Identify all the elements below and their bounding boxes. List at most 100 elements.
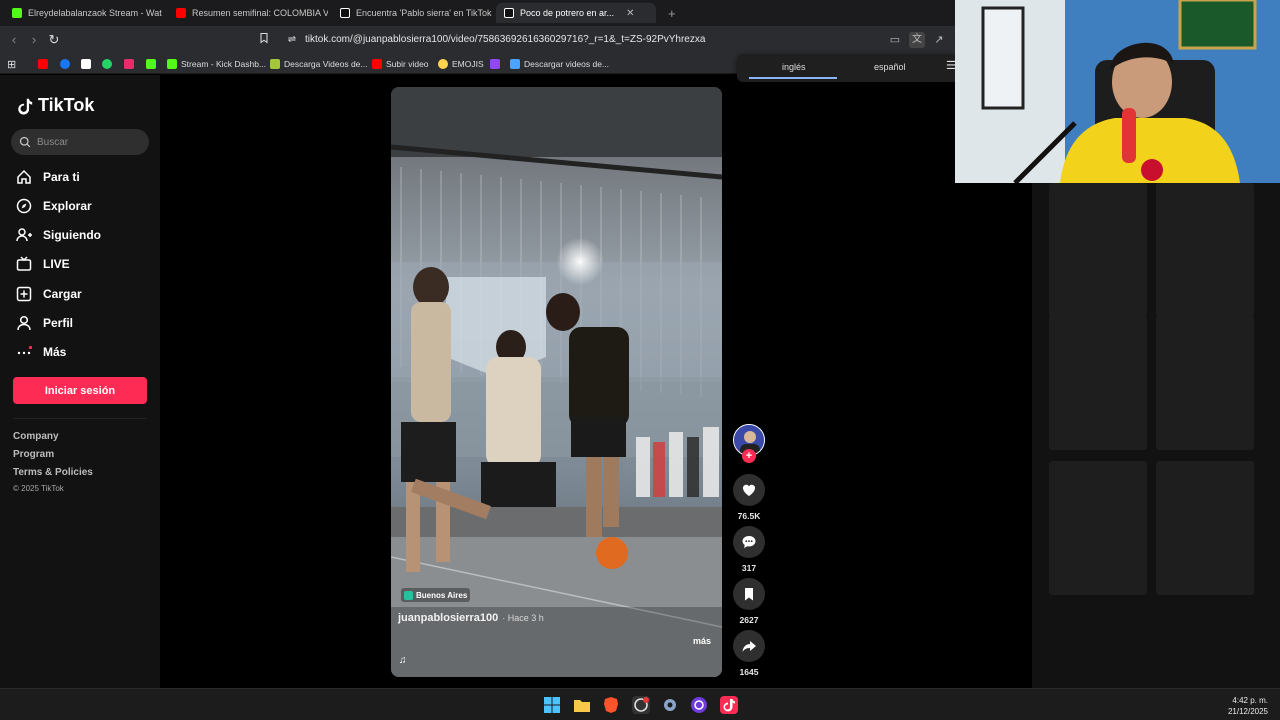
cast-icon[interactable]: ▭: [887, 32, 903, 48]
footer-link-terms[interactable]: Terms & Policies: [13, 467, 93, 478]
translate-bar: inglés español ☰: [737, 54, 959, 82]
search-placeholder: Buscar: [37, 136, 69, 148]
placeholder-card: [1156, 316, 1254, 450]
bookmark-label: Descargar videos de...: [524, 59, 610, 69]
tiktok-icon: [18, 98, 33, 115]
bookmark-descargar-videos[interactable]: Descargar videos de...: [510, 57, 609, 71]
translate-option-english[interactable]: inglés: [782, 62, 806, 72]
youtube-icon: [176, 8, 186, 18]
like-count: 76.5K: [737, 511, 761, 521]
nav-label: Perfil: [43, 316, 74, 330]
profile-icon: [17, 315, 31, 331]
more-icon: [17, 345, 32, 355]
bookmark-emojis[interactable]: EMOJIS: [438, 57, 484, 71]
location-icon: [404, 590, 413, 600]
browser-tab[interactable]: Elreydelabalanzaok Stream - Watch L: [4, 3, 162, 23]
windows-start-icon[interactable]: [543, 696, 561, 714]
placeholder-card: [1049, 461, 1147, 595]
bookmark-facebook[interactable]: [60, 57, 70, 71]
selected-underline: [749, 77, 837, 79]
obs-icon[interactable]: [690, 696, 708, 714]
placeholder-card: [1049, 183, 1147, 317]
location-tag[interactable]: Buenos Aires: [401, 588, 471, 602]
instagram-icon: [124, 59, 134, 69]
video-meta: juanpablosierra100 · Hace 3 h: [398, 612, 544, 624]
nav-item-cargar[interactable]: Cargar: [16, 285, 82, 303]
forward-icon[interactable]: ›: [26, 32, 42, 48]
share-button[interactable]: [733, 630, 765, 662]
nav-item-para-ti[interactable]: Para ti: [16, 168, 80, 186]
bookmark-kick-dashboard[interactable]: Stream - Kick Dashb...: [167, 57, 266, 71]
tab-title: Elreydelabalanzaok Stream - Watch L: [28, 8, 162, 18]
translate-option-spanish[interactable]: español: [874, 62, 906, 72]
new-tab-button[interactable]: +: [660, 3, 680, 23]
placeholder-card: [1156, 183, 1254, 317]
divider: [13, 418, 147, 419]
like-button[interactable]: [733, 474, 765, 506]
bookmark-icon[interactable]: [256, 32, 272, 48]
following-icon: [16, 228, 32, 242]
url-field[interactable]: tiktok.com/@juanpablosierra100/video/758…: [305, 34, 705, 45]
tiktok-logo[interactable]: TikTok: [16, 95, 94, 116]
share-icon: [742, 641, 756, 652]
apps-icon[interactable]: ⊞: [7, 57, 16, 71]
file-explorer-icon[interactable]: [573, 696, 591, 714]
upload-icon: [16, 286, 32, 302]
nav-item-mas[interactable]: Más: [16, 343, 66, 361]
bookmark-youtube[interactable]: [38, 57, 48, 71]
site-info-icon[interactable]: ⇌: [284, 32, 300, 48]
browser-tab[interactable]: Encuentra 'Pablo sierra' en TikTok | B: [332, 3, 492, 23]
clock-time: 4:42 p. m.: [1232, 696, 1268, 705]
more-button[interactable]: más: [693, 636, 711, 646]
save-button[interactable]: [733, 578, 765, 610]
follow-plus-icon[interactable]: +: [742, 449, 756, 463]
browser-tab[interactable]: Resumen semifinal: COLOMBIA VS B: [168, 3, 328, 23]
compass-icon: [16, 198, 32, 214]
system-clock[interactable]: 4:42 p. m. 21/12/2025: [1228, 695, 1268, 717]
download-icon: [510, 59, 520, 69]
logo-text: TikTok: [38, 95, 95, 115]
nav-item-siguiendo[interactable]: Siguiendo: [16, 226, 101, 244]
bookmark-whatsapp[interactable]: [102, 57, 112, 71]
bookmark-label: Stream - Kick Dashb...: [181, 59, 267, 69]
bookmark-twitch[interactable]: [490, 57, 500, 71]
home-icon: [17, 169, 31, 184]
kick-icon: [12, 8, 22, 18]
whatsapp-icon: [102, 59, 112, 69]
nav-item-live[interactable]: LIVE: [16, 255, 70, 273]
bookmark-label: EMOJIS: [452, 59, 484, 69]
app-icon-active[interactable]: [632, 696, 650, 714]
music-icon[interactable]: ♫: [399, 655, 407, 666]
browser-tab-active[interactable]: Poco de potrero en ar... ✕: [496, 3, 656, 23]
bookmark-descarga-videos[interactable]: Descarga Videos de...: [270, 57, 367, 71]
tiktok-app-icon[interactable]: [720, 696, 738, 714]
brave-icon[interactable]: [602, 696, 620, 714]
search-input[interactable]: Buscar: [11, 129, 149, 155]
tab-title: Encuentra 'Pablo sierra' en TikTok | B: [356, 8, 492, 18]
footer-link-program[interactable]: Program: [13, 449, 54, 460]
bookmark-subir-video[interactable]: Subir video: [372, 57, 429, 71]
post-time: · Hace 3 h: [502, 613, 544, 623]
back-icon[interactable]: ‹: [6, 32, 22, 48]
share-icon[interactable]: ↗: [931, 32, 947, 48]
comment-button[interactable]: [733, 526, 765, 558]
footer-link-company[interactable]: Company: [13, 431, 59, 442]
author-name[interactable]: juanpablosierra100: [398, 612, 498, 624]
kick-icon: [167, 59, 177, 69]
translate-icon[interactable]: 文: [909, 32, 925, 48]
comment-icon: [742, 536, 756, 548]
reload-icon[interactable]: ↻: [46, 32, 62, 48]
kick-icon: [146, 59, 156, 69]
login-button[interactable]: Iniciar sesión: [13, 377, 147, 404]
nav-item-perfil[interactable]: Perfil: [16, 314, 73, 332]
bookmark-x[interactable]: [81, 57, 91, 71]
bookmark-instagram[interactable]: [124, 57, 134, 71]
x-icon: [81, 59, 91, 69]
nav-item-explorar[interactable]: Explorar: [16, 197, 92, 215]
close-icon[interactable]: ✕: [626, 8, 634, 19]
bookmark-label: Descarga Videos de...: [284, 59, 368, 69]
settings-gear-icon[interactable]: [661, 696, 679, 714]
bookmark-kick[interactable]: [146, 57, 156, 71]
video-player[interactable]: Buenos Aires juanpablosierra100 · Hace 3…: [391, 87, 722, 677]
nav-label: Cargar: [43, 287, 82, 301]
